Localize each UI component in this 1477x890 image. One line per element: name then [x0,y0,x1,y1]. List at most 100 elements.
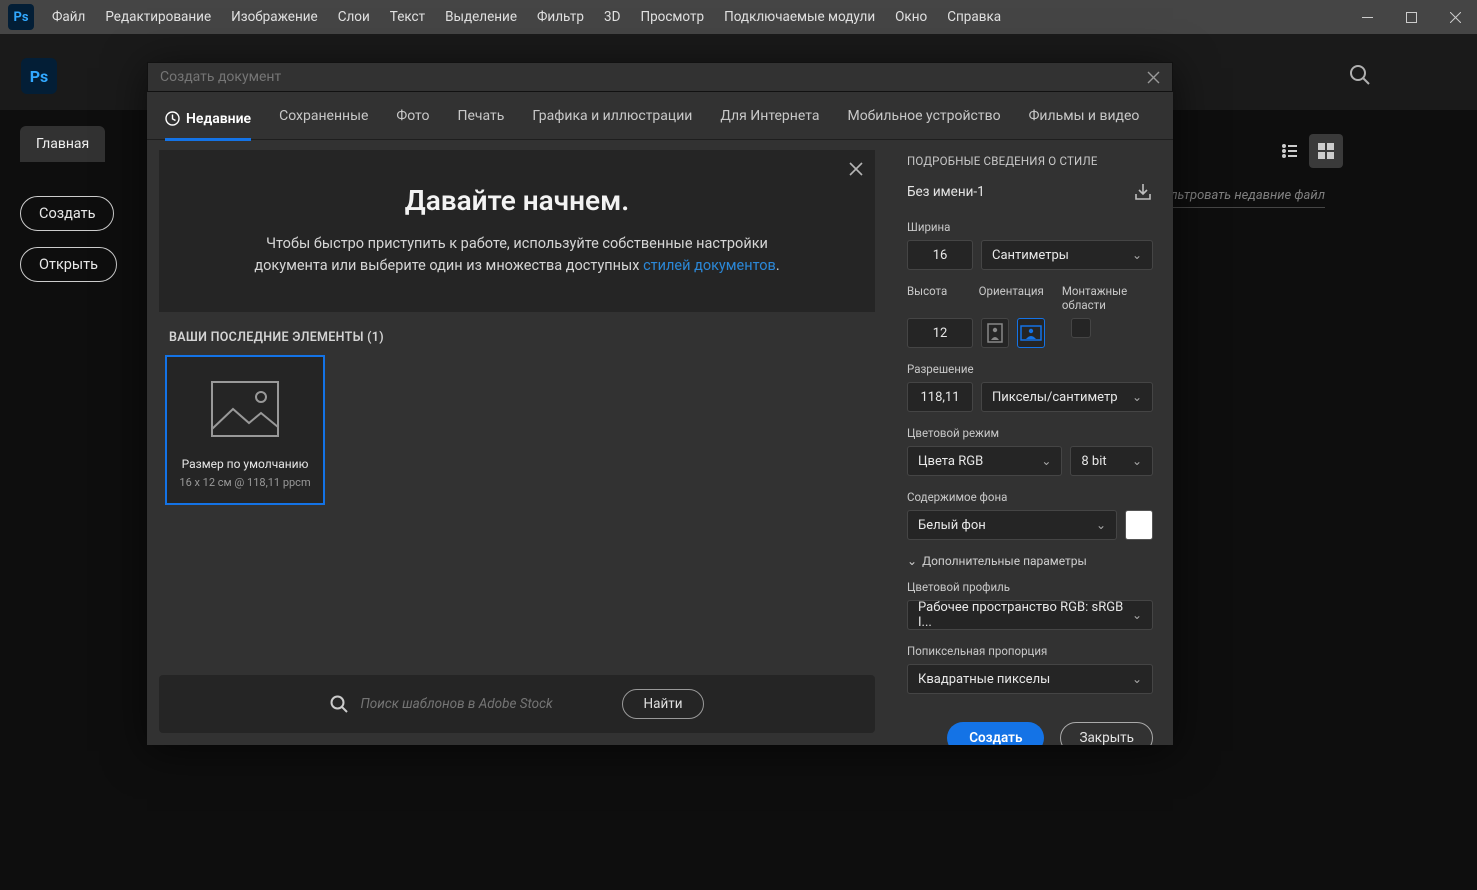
menu-edit[interactable]: Редактирование [95,9,221,25]
tab-web[interactable]: Для Интернета [720,102,819,130]
recent-items-grid: Размер по умолчанию 16 x 12 см @ 118,11 … [147,355,887,505]
menu-select[interactable]: Выделение [435,9,527,25]
search-icon [330,695,348,713]
dialog-search-input[interactable] [160,69,1147,85]
orientation-landscape-button[interactable] [1017,318,1045,348]
tab-saved[interactable]: Сохраненные [279,102,368,130]
stock-search-icon-wrap [330,695,348,713]
minimize-button[interactable] [1345,0,1389,34]
tab-illustration[interactable]: Графика и иллюстрации [532,102,692,130]
preset-details-panel: ПОДРОБНЫЕ СВЕДЕНИЯ О СТИЛЕ Без имени-1 Ш… [887,140,1173,745]
orientation-label: Ориентация [979,284,1044,312]
dialog-title-bar [147,62,1173,92]
create-button[interactable]: Создать [20,196,114,231]
color-profile-label: Цветовой профиль [907,580,1153,594]
minimize-icon [1362,12,1373,23]
chevron-down-icon: ⌄ [1041,454,1051,468]
background-color-swatch[interactable] [1125,510,1153,540]
clock-icon [165,111,180,126]
artboards-label: Монтажные области [1062,284,1153,312]
hero-text: Чтобы быстро приступить к работе, исполь… [209,233,825,278]
dialog-close-button[interactable] [1147,71,1160,84]
save-preset-icon [1133,182,1153,202]
hero-link[interactable]: стилей документов [643,257,776,274]
create-document-button[interactable]: Создать [947,722,1044,745]
stock-search-input[interactable] [360,696,610,712]
menubar: Ps Файл Редактирование Изображение Слои … [0,0,1477,34]
height-label: Высота [907,284,961,312]
resolution-input[interactable] [907,382,973,412]
landscape-icon [1020,325,1042,341]
stock-search-button[interactable]: Найти [622,689,703,719]
pixel-aspect-select[interactable]: Квадратные пикселы⌄ [907,664,1153,694]
new-document-dialog: Недавние Сохраненные Фото Печать Графика… [147,62,1173,745]
chevron-down-icon: ⌄ [1132,390,1142,404]
chevron-down-icon: ⌄ [907,554,917,568]
list-icon [1281,142,1299,160]
tab-film[interactable]: Фильмы и видео [1029,102,1140,130]
resolution-unit-select[interactable]: Пикселы/сантиметр⌄ [981,382,1153,412]
background-label: Содержимое фона [907,490,1153,504]
orientation-portrait-button[interactable] [981,318,1009,348]
artboards-checkbox[interactable] [1071,318,1091,338]
color-mode-label: Цветовой режим [907,426,1153,440]
bit-depth-select[interactable]: 8 bit⌄ [1070,446,1153,476]
preset-card[interactable]: Размер по умолчанию 16 x 12 см @ 118,11 … [165,355,325,505]
advanced-toggle[interactable]: ⌄Дополнительные параметры [907,554,1153,568]
menu-plugins[interactable]: Подключаемые модули [714,9,885,25]
menu-image[interactable]: Изображение [221,9,328,25]
width-input[interactable] [907,240,973,270]
chevron-down-icon: ⌄ [1132,248,1142,262]
maximize-icon [1406,12,1417,23]
menu-3d[interactable]: 3D [594,9,630,25]
close-icon [1450,12,1461,23]
height-input[interactable] [907,318,973,348]
recent-items-label: ВАШИ ПОСЛЕДНИЕ ЭЛЕМЕНТЫ (1) [169,330,887,345]
filter-recent-input[interactable]: льтровать недавние файл [1170,188,1325,208]
tab-recent[interactable]: Недавние [165,105,251,141]
preset-thumbnail [211,381,279,437]
close-dialog-button[interactable]: Закрыть [1060,722,1153,745]
menu-text[interactable]: Текст [380,9,435,25]
list-view-button[interactable] [1273,134,1307,168]
panel-title: ПОДРОБНЫЕ СВЕДЕНИЯ О СТИЛЕ [907,154,1153,168]
width-label: Ширина [907,220,1153,234]
background-select[interactable]: Белый фон⌄ [907,510,1117,540]
tab-mobile[interactable]: Мобильное устройство [847,102,1000,130]
home-tab[interactable]: Главная [20,126,105,162]
global-search-button[interactable] [1349,64,1371,86]
view-toggle-group [1273,134,1343,168]
hero-close-button[interactable] [849,162,863,176]
color-mode-select[interactable]: Цвета RGB⌄ [907,446,1062,476]
home-pane: Главная Создать Открыть [20,126,117,298]
app-logo: Ps [8,4,34,30]
chevron-down-icon: ⌄ [1132,608,1142,622]
chevron-down-icon: ⌄ [1132,672,1142,686]
dialog-left-pane: Давайте начнем. Чтобы быстро приступить … [147,140,887,745]
chevron-down-icon: ⌄ [1096,518,1106,532]
resolution-label: Разрешение [907,362,1153,376]
category-tabs: Недавние Сохраненные Фото Печать Графика… [147,92,1173,140]
maximize-button[interactable] [1389,0,1433,34]
tab-photo[interactable]: Фото [396,102,429,130]
app-logo-large: Ps [21,58,57,94]
close-icon [849,162,863,176]
menu-filter[interactable]: Фильтр [527,9,594,25]
width-unit-select[interactable]: Сантиметры⌄ [981,240,1153,270]
hero-banner: Давайте начнем. Чтобы быстро приступить … [159,150,875,312]
close-window-button[interactable] [1433,0,1477,34]
menu-file[interactable]: Файл [42,9,95,25]
menu-help[interactable]: Справка [937,9,1011,25]
grid-icon [1317,142,1335,160]
preset-name[interactable]: Без имени-1 [907,184,985,200]
menu-layers[interactable]: Слои [328,9,380,25]
tab-print[interactable]: Печать [457,102,504,130]
image-icon [211,381,279,437]
color-profile-select[interactable]: Рабочее пространство RGB: sRGB I...⌄ [907,600,1153,630]
save-preset-button[interactable] [1133,182,1153,202]
menu-view[interactable]: Просмотр [630,9,714,25]
stock-search-bar: Найти [159,675,875,733]
open-button[interactable]: Открыть [20,247,117,282]
grid-view-button[interactable] [1309,134,1343,168]
menu-window[interactable]: Окно [885,9,937,25]
